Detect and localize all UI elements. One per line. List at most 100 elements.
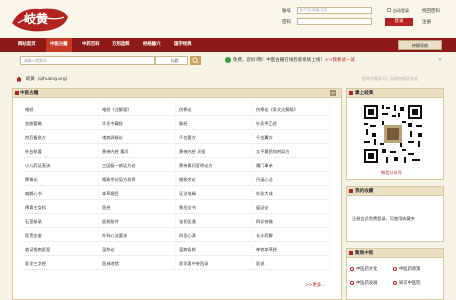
list-icon (349, 91, 353, 95)
classic-book-link[interactable]: 外科心法要诀 (99, 229, 176, 242)
classic-book-link[interactable]: 千金要方 (176, 131, 253, 144)
password-label: 密码 (282, 20, 291, 25)
nav-item-herbs[interactable]: 中药百科 (82, 38, 100, 52)
login-button[interactable]: 登录 (385, 18, 413, 26)
classic-book-link[interactable]: 长沙药解 (253, 229, 330, 242)
register-link[interactable]: 注册 (422, 19, 431, 25)
welcome-notice: 免费，您好!两！中医古籍在线检索系统上线！>>我要试一试 (233, 57, 355, 63)
classic-book-link[interactable]: 四诊抉微 (253, 215, 330, 228)
classic-book-link[interactable]: 太平惠民和剂局方 (253, 145, 330, 158)
classic-book-link[interactable]: 医林改错 (99, 257, 176, 270)
classic-book-link[interactable]: 石室秘录 (22, 215, 99, 228)
nav-item-formulas[interactable]: 方剂选粹 (112, 38, 130, 52)
nav-item-meridians[interactable]: 经络腧穴 (143, 38, 161, 52)
classic-book-link[interactable]: 景岳全书 (176, 201, 253, 214)
nav-item-guoxue[interactable]: 国学经典 (174, 38, 192, 52)
classic-book-link[interactable]: 针灸大成 (253, 187, 330, 200)
focus-item[interactable]: 中医药发展 (356, 280, 377, 286)
classic-book-link[interactable]: 医学衷中参西录 (176, 257, 253, 270)
classic-book-link[interactable]: 证治准绳 (176, 187, 253, 200)
classic-book-link[interactable]: 脾胃论 (22, 173, 99, 186)
classic-book-link[interactable]: 医经 (99, 201, 176, 214)
classic-book-link[interactable]: 温病条辨 (176, 243, 253, 256)
favorites-hint: 注册会员免费登录，可使用收藏夹 (352, 216, 415, 221)
classic-book-link[interactable]: 千金翼方 (253, 131, 330, 144)
focus-item[interactable]: 中医药政策 (399, 266, 420, 272)
classic-book-link[interactable]: 临证指南医案 (22, 243, 99, 256)
search-button[interactable] (190, 56, 201, 65)
account-label: 账号 (282, 9, 291, 14)
classic-book-link[interactable]: 华氏中藏经 (99, 117, 176, 130)
classic-book-link[interactable]: 难经 (22, 103, 99, 116)
bullet-icon (393, 267, 397, 271)
classic-book-link[interactable]: 伤寒论 (176, 103, 253, 116)
classics-panel-header (12, 88, 342, 98)
classic-book-link[interactable]: 医学三字经 (22, 257, 99, 270)
classic-book-link[interactable]: 三因极一病证方论 (99, 159, 176, 172)
nav-item-home[interactable]: 网站首页 (18, 38, 36, 52)
welcome-link[interactable]: >>我要试一试 (325, 58, 355, 63)
classic-book-link[interactable]: 瘟证论 (253, 201, 330, 214)
qr-caption: 微信公众号 (381, 170, 402, 175)
search-input[interactable]: 请输入检索词 (20, 56, 155, 65)
password-input[interactable] (297, 18, 372, 25)
notice-icon (225, 57, 231, 63)
auto-login-label: 自动登录 (393, 8, 409, 13)
main-nav: 网站首页 中医古籍 中药百科 方剂选粹 经络腧穴 国学经典 (0, 38, 456, 52)
search-type-select[interactable]: 标题 (155, 56, 188, 65)
list-icon (349, 189, 353, 193)
mobile-panel-title: 掌上岐黄 (355, 91, 374, 96)
welcome-text: 免费，您好!两！中医古籍在线检索系统上线！ (233, 58, 325, 63)
list-icon (15, 91, 19, 95)
classic-book-link[interactable]: 黄帝内经 灵枢 (176, 145, 253, 158)
classic-book-link[interactable]: 傅青主女科 (22, 201, 99, 214)
login-block: 账号 用户名/邮箱/手机 自动登录 找回密码 密码 登录 注册 (282, 7, 452, 31)
close-icon[interactable]: × (436, 57, 444, 65)
classic-book-link[interactable]: 外台秘要 (22, 145, 99, 158)
focus-item[interactable]: 中医药文化 (356, 266, 377, 272)
bullet-icon (350, 267, 354, 271)
classic-book-link[interactable]: 神农本草经 (253, 243, 330, 256)
classic-book-link[interactable]: 脉经 (176, 117, 253, 130)
classic-book-link[interactable]: 肘后备急方 (22, 131, 99, 144)
classic-book-link[interactable]: 黄帝内经 素问 (99, 145, 176, 158)
list-icon (349, 251, 353, 255)
bullet-icon (393, 281, 397, 285)
classic-book-link[interactable]: 金匮要略 (22, 117, 99, 130)
classic-book-link[interactable]: 针灸甲乙经 (253, 117, 330, 130)
classic-book-link[interactable]: 张氏医通 (176, 215, 253, 228)
home-icon[interactable] (16, 76, 22, 82)
classic-book-link[interactable]: 伤寒论《条文注解版》 (253, 103, 330, 116)
classic-book-link[interactable]: 本草纲目 (99, 187, 176, 200)
classic-book-link[interactable]: 医贯金鉴 (22, 229, 99, 242)
wechat-qr-code (362, 103, 424, 165)
focus-item[interactable]: 知识中医院 (399, 280, 420, 286)
classic-book-link[interactable]: 黄帝素问宣明论方 (176, 159, 253, 172)
collapse-icon[interactable] (330, 90, 336, 96)
favorites-panel-title: 我的收藏 (355, 189, 374, 194)
more-link[interactable]: >>更多... (305, 282, 325, 288)
classic-book-link[interactable]: 难经《注解版》 (99, 103, 176, 116)
classic-book-link[interactable]: 格致余论 (176, 173, 253, 186)
classic-book-link[interactable]: 诸病源候论 (99, 131, 176, 144)
classic-book-link[interactable]: 小儿药证直诀 (22, 159, 99, 172)
forgot-password-link[interactable]: 找回密码 (422, 8, 440, 14)
svg-text:岐黄: 岐黄 (24, 11, 48, 26)
classic-book-link[interactable]: 格致余论局方发挥 (99, 173, 176, 186)
classics-panel-title: 中医古籍 (20, 91, 39, 96)
classic-book-link[interactable]: 医效秘传 (99, 215, 176, 228)
account-input[interactable]: 用户名/邮箱/手机 (297, 7, 372, 14)
nav-item-classics[interactable]: 中医古籍 (46, 38, 72, 52)
focus-panel-title: 聚焦中医 (355, 251, 374, 256)
classic-book-link[interactable]: 扁鹊心书 (22, 187, 99, 200)
breadcrumb: 岐黄（qihuang.org） (26, 77, 70, 82)
site-logo[interactable]: 岐黄 (10, 3, 70, 35)
quick-nav-button[interactable]: 快捷导航 (398, 40, 442, 50)
classic-book-link[interactable]: 温热论 (99, 243, 176, 256)
classic-book-link[interactable]: 丹溪心法 (253, 173, 330, 186)
classic-book-link[interactable]: 医说 (253, 257, 330, 270)
classic-book-link[interactable]: 四圣心源 (176, 229, 253, 242)
slogan-text: 您共中医学习，弘扬中医药文化 (362, 76, 418, 81)
classic-book-link[interactable]: 儒门事亲 (253, 159, 330, 172)
auto-login-checkbox[interactable] (387, 8, 391, 12)
